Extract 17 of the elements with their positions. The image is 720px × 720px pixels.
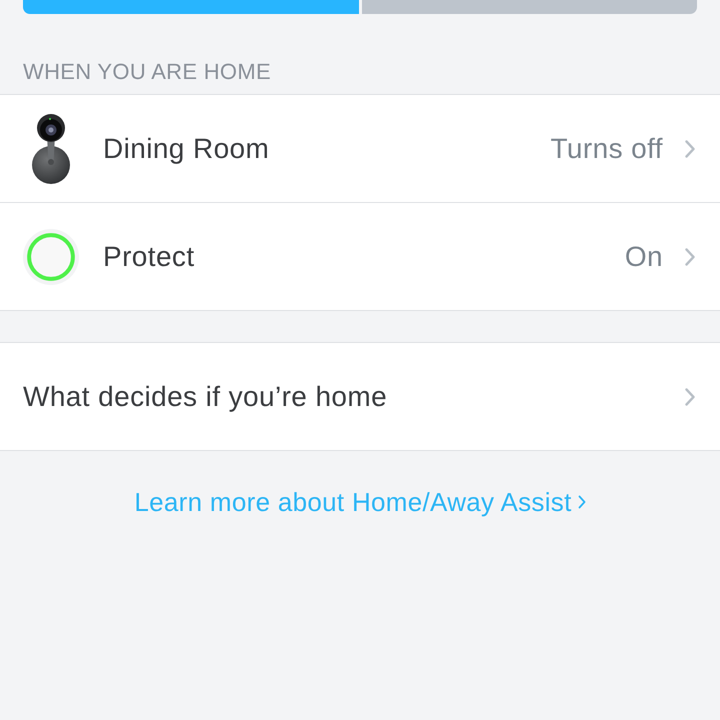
device-status: On [624,240,663,272]
device-name: Protect [103,240,195,272]
settings-row[interactable]: What decides if you’re home [0,343,720,451]
chevron-icon [578,495,586,509]
chevron-icon [685,388,695,406]
camera-icon [29,114,73,184]
ring-icon [23,228,79,286]
device-name: Dining Room [103,132,270,164]
chevron-icon [685,140,695,158]
segment-tab[interactable] [23,0,358,14]
device-row[interactable]: Protect On [0,203,720,311]
device-status: Turns off [550,132,663,164]
setting-label: What decides if you’re home [23,380,388,412]
device-row[interactable]: Dining Room Turns off [0,95,720,203]
chevron-icon [685,248,695,266]
segment-tab[interactable] [362,0,697,14]
section-header: WHEN YOU ARE HOME [23,59,271,85]
